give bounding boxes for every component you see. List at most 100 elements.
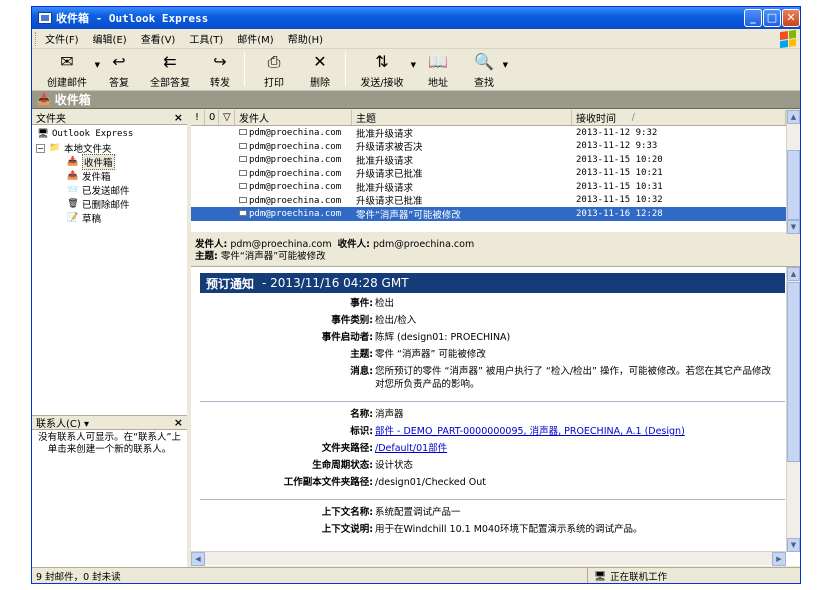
scroll-down-arrow-icon[interactable]: ▼ [787,538,800,552]
field-row: 文件夹路径:/Default/01部件 [200,442,785,455]
message-from: pdm@proechina.com [235,154,352,165]
column-flag[interactable]: ▽ [219,110,235,125]
field-row: 消息: 您所预订的零件 “消声器” 被用户执行了 “检入/检出” 操作，可能被修改… [200,365,785,391]
folder-label: 发件箱 [82,172,111,183]
envelope-icon [239,142,247,149]
message-subject: 批准升级请求 [356,128,414,140]
sent-items-icon: 📨 [67,185,79,195]
message-row[interactable]: pdm@proechina.com 批准升级请求 2013-11-15 10:20 [191,153,800,167]
outlook-express-window: 收件箱 - Outlook Express _ □ ✕ 文件(F) 编辑(E) 查看… [31,6,801,584]
folder-tree: 🖥 Outlook Express − 📁 本地文件夹 📥 收件箱 📤 发件箱 📨 已发送邮件 🗑 已删… [32,125,187,415]
folders-pane-close-button[interactable]: × [174,111,183,124]
toolbar-button[interactable]: ↩ 答复 [98,49,140,89]
scroll-right-arrow-icon[interactable]: ▶ [772,552,786,566]
field-row: 名称: 消声器 [200,408,785,421]
folder-bar: 📥 收件箱 [32,91,800,109]
message-subject: 升级请求被否决 [356,142,423,154]
print-icon: ⎙ [267,52,281,71]
menu-item[interactable]: 邮件(M) [230,31,280,46]
menu-item[interactable]: 工具(T) [182,31,230,46]
chevron-down-icon[interactable]: ▼ [503,61,508,69]
toolbar-button-label: 答复 [109,78,129,89]
message-rows: pdm@proechina.com 批准升级请求 2013-11-12 9:32 pd… [191,126,800,221]
message-row[interactable]: pdm@proechina.com 批准升级请求 2013-11-12 9:32 [191,126,800,140]
minimize-button[interactable]: _ [744,9,762,27]
folder-bar-title: 收件箱 [54,93,91,107]
toolbar-button[interactable]: 📖 地址 [414,49,462,89]
field-value: 设计状态 [375,460,414,471]
preview-scrollbar[interactable]: ▲ ▼ [786,267,800,552]
preview-header: 发件人: pdm@proechina.com 收件人: pdm@proechin… [191,236,800,266]
close-button[interactable]: ✕ [782,9,800,27]
status-bar: 9 封邮件，0 封未读 🖥 正在联机工作 [32,567,800,583]
find-icon: 🔍 [474,52,494,71]
folder-item[interactable]: 🗑 已删除邮件 [36,197,187,211]
toolbar-button[interactable]: ✕ 删除 [299,49,341,89]
message-received: 2013-11-15 10:21 [576,168,663,179]
message-from-text: pdm@proechina.com [249,155,342,166]
menu-item[interactable]: 编辑(E) [86,31,134,46]
column-priority[interactable]: ! [191,110,205,125]
contacts-pane-close-button[interactable]: × [174,416,183,429]
folder-item[interactable]: 📤 发件箱 [36,169,187,183]
column-from[interactable]: 发件人 [235,110,352,125]
folder-item[interactable]: 📥 收件箱 [36,154,187,170]
field-label: 文件夹路径: [321,443,373,454]
maximize-button[interactable]: □ [763,9,781,27]
toolbar-button[interactable]: 🔍 查找 ▼ [462,49,508,89]
collapse-icon[interactable]: − [36,143,45,153]
column-attachment[interactable]: 0 [205,110,219,125]
message-list-scrollbar[interactable]: ▲ ▼ [786,110,800,234]
message-row[interactable]: pdm@proechina.com 批准升级请求 2013-11-15 10:31 [191,180,800,194]
field-label: 标识: [350,426,373,437]
menu-bar: 文件(F) 编辑(E) 查看(V) 工具(T) 邮件(M) 帮助(H) [32,29,800,49]
inbox-icon: 📥 [67,157,79,167]
scroll-up-arrow-icon[interactable]: ▲ [787,110,800,124]
menu-item[interactable]: 文件(F) [38,31,86,46]
field-link[interactable]: 部件 - DEMO_PART-0000000095, 消声器, PROECHIN… [375,425,785,438]
envelope-icon [239,210,247,217]
contacts-pane-title[interactable]: 联系人(C) ▾ [36,415,89,430]
field-label: 工作副本文件夹路径: [283,477,373,488]
scroll-left-arrow-icon[interactable]: ◀ [191,552,205,566]
message-from: pdm@proechina.com [235,141,352,152]
scroll-thumb[interactable] [787,282,800,462]
field-value: 检出 [375,298,395,309]
toolbar-button[interactable]: ⇅ 发送/接收 ▼ [350,49,416,89]
toolbar-button[interactable]: ↪ 转发 [200,49,240,89]
folder-item[interactable]: − 📁 本地文件夹 [36,141,187,155]
column-subject[interactable]: 主题 [352,110,572,125]
column-received[interactable]: 接收时间 / [572,110,786,125]
folder-label: 本地文件夹 [64,144,112,155]
message-body: 预订通知 - 2013/11/16 04:28 GMT 事件: 检出 事件类别: 检出… [200,273,785,536]
menu-item[interactable]: 查看(V) [134,31,183,46]
address-book-icon: 📖 [428,52,448,71]
status-connection-text: 正在联机工作 [610,572,668,583]
message-subject: 零件“消声器”可能被修改 [356,209,461,221]
folder-item[interactable]: 📨 已发送邮件 [36,183,187,197]
field-label: 事件类别: [331,315,373,326]
menu-item[interactable]: 帮助(H) [281,31,330,46]
message-subject: 批准升级请求 [356,155,414,167]
folder-item[interactable]: 📝 草稿 [36,211,187,225]
reply-all-icon: ⇇ [163,52,177,71]
field-link[interactable]: /Default/01部件 [375,442,785,455]
message-row[interactable]: pdm@proechina.com 升级请求已批准 2013-11-15 10:21 [191,167,800,180]
notice-datetime: - 2013/11/16 04:28 GMT [262,276,409,290]
toolbar-button[interactable]: ✉ 创建邮件 ▼ [36,49,100,89]
toolbar-button[interactable]: ⎙ 打印 [249,49,299,89]
message-row[interactable]: pdm@proechina.com 升级请求已批准 2013-11-15 10:32 [191,194,800,207]
preview-horizontal-scrollbar[interactable]: ◀ ▶ [191,551,786,566]
message-row[interactable]: pdm@proechina.com 升级请求被否决 2013-11-12 9:33 [191,140,800,154]
toolbar-button[interactable]: ⇇ 全部答复 [140,49,200,89]
folder-item[interactable]: 🖥 Outlook Express [36,127,187,141]
title-bar[interactable]: 收件箱 - Outlook Express _ □ ✕ [32,7,800,29]
scroll-up-arrow-icon[interactable]: ▲ [787,267,800,281]
scroll-down-arrow-icon[interactable]: ▼ [787,220,800,234]
message-from: pdm@proechina.com [235,127,352,138]
toolbar-separator [345,52,346,86]
scroll-thumb[interactable] [787,150,800,220]
message-row[interactable]: pdm@proechina.com 零件“消声器”可能被修改 2013-11-16 … [191,207,800,221]
field-row: 上下文说明: 用于在Windchill 10.1 M040环境下配置演示系统的调试… [200,523,785,536]
field-label: 名称: [350,409,373,420]
